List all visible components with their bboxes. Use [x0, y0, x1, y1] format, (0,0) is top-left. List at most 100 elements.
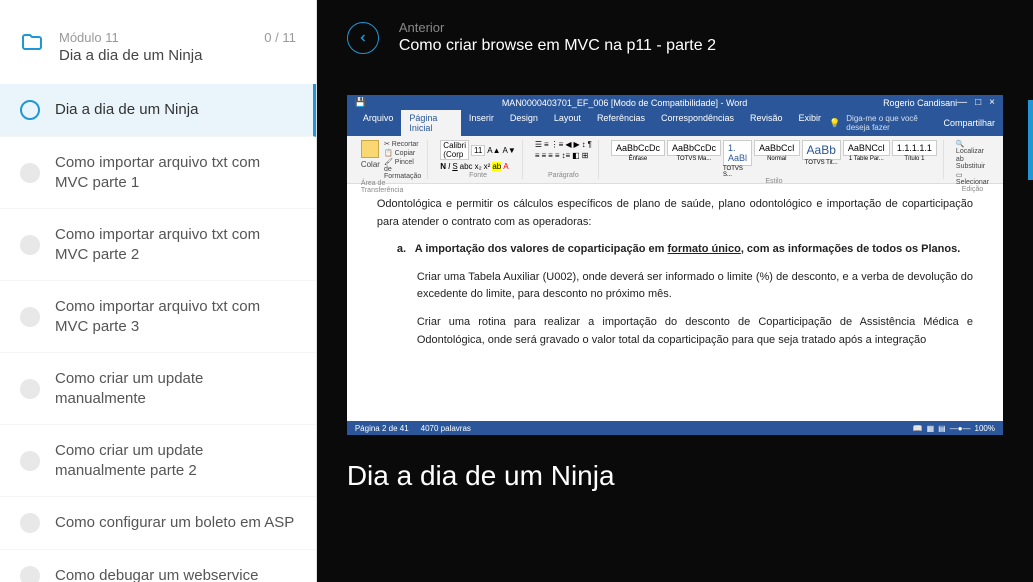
lesson-item[interactable]: Como importar arquivo txt com MVC parte … [0, 209, 316, 281]
sort-button[interactable]: ↕ [582, 140, 586, 149]
lesson-title: Como criar um update manualmente parte 2 [55, 441, 296, 480]
maximize-icon[interactable]: □ [975, 97, 981, 108]
zoom-slider[interactable]: —●— [950, 424, 971, 433]
align-left-button[interactable]: ≡ [535, 151, 540, 160]
style-option[interactable]: 1.1.1.1.1 [892, 140, 937, 156]
ribbon-paragraph: ☰ ≡ ⋮≡ ◀ ▶ ↕ ¶ ≡ ≡ ≡ [529, 140, 599, 179]
copy-button[interactable]: 📋 Copiar [384, 149, 421, 157]
borders-button[interactable]: ⊞ [582, 151, 589, 160]
multilevel-button[interactable]: ⋮≡ [551, 140, 564, 149]
font-family-select[interactable]: Calibri (Corp [440, 140, 469, 160]
view-read-icon[interactable]: 📖 [913, 424, 923, 433]
lesson-title: Como importar arquivo txt com MVC parte … [55, 225, 296, 264]
grow-font-icon[interactable]: A▲ [487, 146, 500, 155]
doc-paragraph: Criar uma Tabela Auxiliar (U002), onde d… [417, 269, 973, 304]
replace-button[interactable]: ab Substituir [956, 156, 989, 170]
lesson-title: Como importar arquivo txt com MVC parte … [55, 153, 296, 192]
strikethrough-button[interactable]: abc [460, 162, 473, 171]
indent-decrease-button[interactable]: ◀ [565, 140, 571, 149]
subscript-button[interactable]: x₂ [475, 162, 482, 171]
scrollbar[interactable] [1028, 100, 1033, 350]
nav-header: Anterior Como criar browse em MVC na p11… [317, 0, 1033, 75]
style-option[interactable]: AaBbCcI [754, 140, 800, 156]
view-web-icon[interactable]: ▤ [938, 424, 946, 433]
bullets-button[interactable]: ☰ [535, 140, 542, 149]
main-content: Anterior Como criar browse em MVC na p11… [317, 0, 1033, 582]
folder-icon [20, 30, 44, 54]
italic-button[interactable]: I [448, 162, 450, 171]
module-header: Módulo 11 0 / 11 Dia a dia de um Ninja [0, 0, 316, 84]
ribbon-font: Calibri (Corp 11 A▲ A▼ N I S abc x₂ [434, 140, 523, 179]
close-icon[interactable]: × [989, 97, 995, 108]
video-content[interactable]: 💾 MAN0000403701_EF_006 [Modo de Compatib… [347, 95, 1003, 435]
nav-prev-label: Anterior [399, 20, 716, 35]
tab-view[interactable]: Exibir [791, 110, 830, 136]
font-color-button[interactable]: A [503, 162, 508, 171]
line-spacing-button[interactable]: ↕≡ [562, 151, 571, 160]
show-marks-button[interactable]: ¶ [588, 140, 592, 149]
lesson-item[interactable]: Como configurar um boleto em ASP [0, 497, 316, 550]
view-print-icon[interactable]: ▦ [927, 424, 935, 433]
tab-file[interactable]: Arquivo [355, 110, 402, 136]
font-label: Fonte [469, 172, 487, 179]
tab-review[interactable]: Revisão [742, 110, 791, 136]
window-controls: — □ × [957, 97, 995, 108]
superscript-button[interactable]: x² [484, 162, 491, 171]
lesson-item[interactable]: Como importar arquivo txt com MVC parte … [0, 137, 316, 209]
numbering-button[interactable]: ≡ [544, 140, 549, 149]
format-painter-button[interactable]: 🖌 Pincel de Formatação [384, 158, 421, 180]
underline-button[interactable]: S [452, 162, 457, 171]
paste-button[interactable]: Colar [361, 140, 380, 180]
style-option[interactable]: AaBb [802, 140, 841, 160]
sidebar: Módulo 11 0 / 11 Dia a dia de um Ninja D… [0, 0, 317, 582]
styles-label: Estilo [765, 178, 782, 185]
tab-layout[interactable]: Layout [546, 110, 589, 136]
module-info: Módulo 11 0 / 11 Dia a dia de um Ninja [59, 30, 296, 64]
align-right-button[interactable]: ≡ [548, 151, 553, 160]
lightbulb-icon: 💡 [829, 118, 840, 129]
align-center-button[interactable]: ≡ [541, 151, 546, 160]
content-heading: Dia a dia de um Ninja [317, 435, 1033, 517]
style-option[interactable]: AaBbCcDc [667, 140, 721, 156]
tab-correspondences[interactable]: Correspondências [653, 110, 742, 136]
lesson-item[interactable]: Como importar arquivo txt com MVC parte … [0, 281, 316, 353]
scrollbar-thumb[interactable] [1028, 100, 1033, 180]
bold-button[interactable]: N [440, 162, 446, 171]
ribbon-styles: AaBbCcDcÊnfase AaBbCcDcTOTVS Ma... 1. Aa… [605, 140, 944, 179]
tab-design[interactable]: Design [502, 110, 546, 136]
tellme-input[interactable]: Diga-me o que você deseja fazer [846, 114, 925, 132]
word-statusbar: Página 2 de 41 4070 palavras 📖 ▦ ▤ —●— 1… [347, 421, 1003, 435]
tab-home[interactable]: Página Inicial [401, 110, 461, 136]
zoom-level[interactable]: 100% [975, 424, 995, 433]
select-button[interactable]: ▭ Selecionar [956, 171, 989, 186]
share-button[interactable]: Compartilhar [943, 118, 995, 128]
tab-insert[interactable]: Inserir [461, 110, 502, 136]
lesson-title: Dia a dia de um Ninja [55, 100, 293, 120]
indent-increase-button[interactable]: ▶ [573, 140, 579, 149]
module-progress: 0 / 11 [264, 30, 296, 45]
style-option[interactable]: AaBbCcDc [611, 140, 665, 156]
font-size-select[interactable]: 11 [471, 145, 485, 156]
lesson-item[interactable]: Como debugar um webservice [0, 550, 316, 582]
status-words[interactable]: 4070 palavras [421, 424, 471, 433]
tab-references[interactable]: Referências [589, 110, 653, 136]
find-button[interactable]: 🔍 Localizar [956, 140, 989, 155]
status-page[interactable]: Página 2 de 41 [355, 424, 409, 433]
style-option[interactable]: AaBNCcI [843, 140, 890, 156]
word-document-title: MAN0000403701_EF_006 [Modo de Compatibil… [366, 98, 883, 108]
justify-button[interactable]: ≡ [555, 151, 560, 160]
lesson-item[interactable]: Como criar um update manualmente [0, 353, 316, 425]
module-title: Dia a dia de um Ninja [59, 47, 296, 64]
highlight-button[interactable]: ab [492, 162, 501, 171]
doc-paragraph: Odontológica e permitir os cálculos espe… [377, 196, 973, 231]
lesson-item[interactable]: Como criar um update manualmente parte 2 [0, 425, 316, 497]
lesson-title: Como configurar um boleto em ASP [55, 513, 296, 533]
nav-back-button[interactable] [347, 22, 379, 54]
shrink-font-icon[interactable]: A▼ [503, 146, 516, 155]
style-option[interactable]: 1. AaBl [723, 140, 752, 166]
word-document-body[interactable]: Odontológica e permitir os cálculos espe… [347, 184, 1003, 435]
shading-button[interactable]: ◧ [572, 151, 580, 160]
lesson-item[interactable]: Dia a dia de um Ninja [0, 84, 316, 137]
cut-button[interactable]: ✂ Recortar [384, 140, 421, 148]
minimize-icon[interactable]: — [957, 97, 967, 108]
